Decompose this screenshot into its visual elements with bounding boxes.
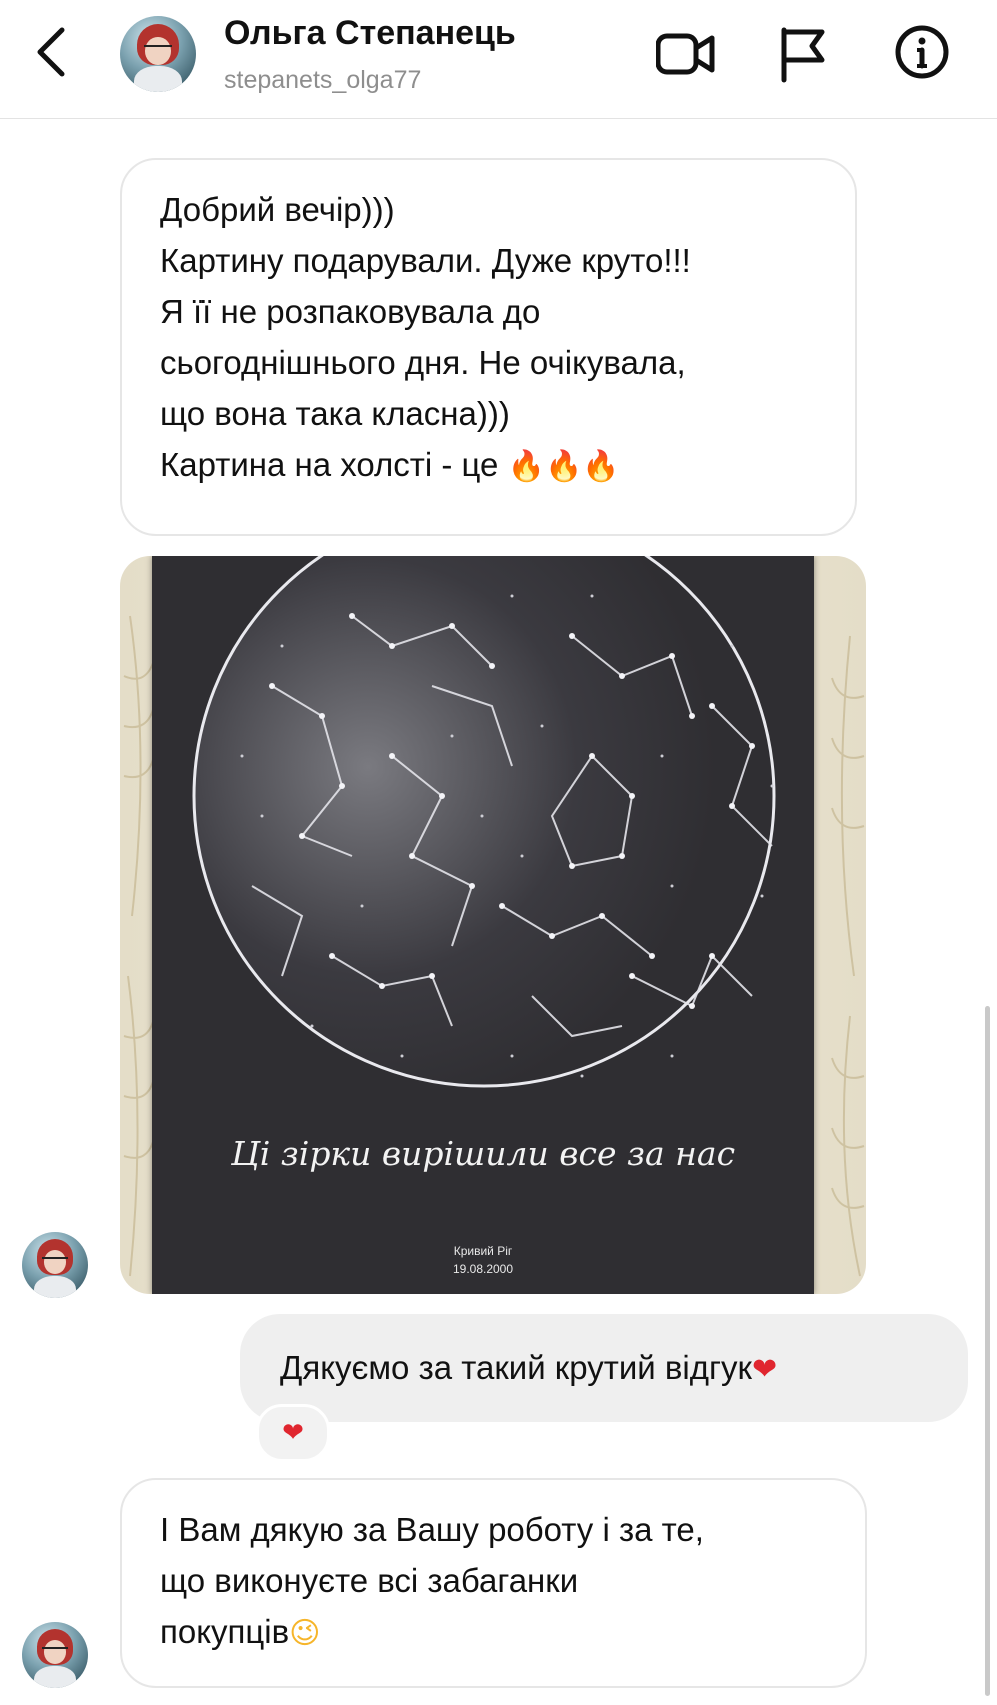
message-line: покупців😉 [160,1606,827,1659]
message-line: що вона така класна))) [160,395,510,432]
sender-avatar[interactable] [22,1232,88,1298]
star-map-circle [192,556,776,1088]
chevron-left-icon [37,27,65,77]
contact-avatar[interactable] [120,16,196,92]
photo-message[interactable]: Ці зірки вирішили все за нас Кривий Ріг … [120,556,866,1294]
message-line: Картину подарували. Дуже круто!!! [160,242,691,279]
heart-reaction-icon: ❤ [282,1418,304,1448]
photo-caption: Ці зірки вирішили все за нас [230,1134,736,1173]
flag-icon [781,27,825,83]
contact-name[interactable]: Ольга Степанець [224,14,516,53]
report-button[interactable] [776,24,836,84]
heart-emoji-icon: ❤ [751,1352,778,1387]
message-line: сьогоднішнього дня. Не очікувала, [160,344,686,381]
chat-header: Ольга Степанець stepanets_olga77 [0,0,997,119]
video-call-button[interactable] [655,24,716,84]
contact-handle[interactable]: stepanets_olga77 [224,66,421,95]
wink-emoji-icon: 😉 [289,1616,321,1651]
message-line: І Вам дякую за Вашу роботу і за те, [160,1511,704,1548]
message-text: Картина на холсті - це [160,446,499,483]
message-line: Добрий вечір))) [160,191,395,228]
back-button[interactable] [30,22,74,82]
sender-avatar[interactable] [22,1622,88,1688]
message-line: Картина на холсті - це 🔥🔥🔥 [160,439,817,492]
message-line: що виконуєте всі забаганки [160,1562,579,1599]
message-text: покупців [160,1613,290,1650]
incoming-message[interactable]: Добрий вечір))) Картину подарували. Дуже… [120,158,857,536]
info-icon [895,25,949,79]
scrollbar[interactable] [985,1006,990,1696]
message-text: Дякуємо за такий крутий відгук [280,1349,752,1386]
info-button[interactable] [892,24,952,84]
message-line: Я її не розпаковувала до [160,293,541,330]
fire-emoji-icon: 🔥🔥🔥 [507,449,620,484]
incoming-message[interactable]: І Вам дякую за Вашу роботу і за те, що в… [120,1478,867,1688]
video-call-icon [655,33,715,75]
heart-reaction[interactable]: ❤ [256,1404,330,1462]
outgoing-message[interactable]: Дякуємо за такий крутий відгук❤ [240,1314,968,1422]
photo-city: Кривий Ріг [453,1244,513,1258]
photo-date: 19.08.2000 [452,1262,514,1276]
star-map-canvas: Ці зірки вирішили все за нас Кривий Ріг … [152,556,814,1294]
